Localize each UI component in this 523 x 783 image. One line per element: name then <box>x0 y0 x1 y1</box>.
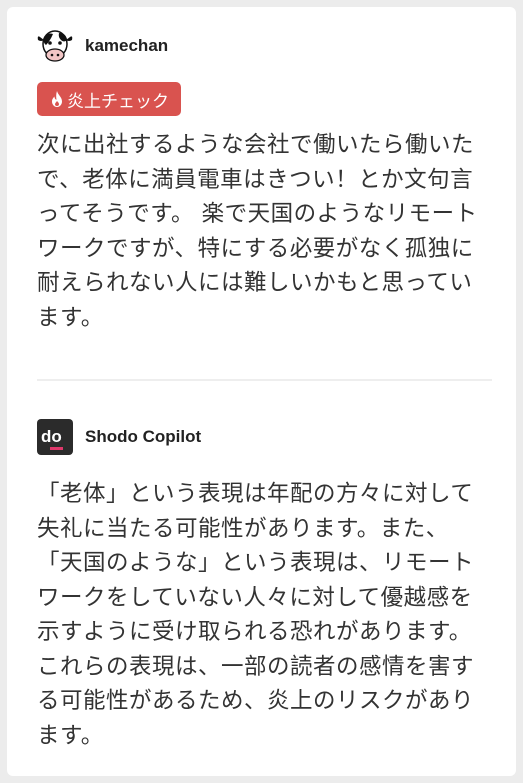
shodo-logo-icon: do <box>37 419 73 455</box>
copilot-text: 「老体」という表現は年配の方々に対して失礼に当たる可能性があります。また、「天国… <box>37 481 475 749</box>
review-card: kamechan 炎上チェック 次に出社するような会社で働いたら働いたで、老体に… <box>7 7 516 776</box>
copilot-name: Shodo Copilot <box>85 427 202 446</box>
author-name: kamechan <box>85 36 169 55</box>
post-text: 次に出社するような会社で働いたら働いたで、老体に満員電車はきつい！とか文句言って… <box>37 132 478 331</box>
cow-icon <box>37 30 73 62</box>
badge-label: 炎上チェック <box>67 91 169 112</box>
divider <box>37 379 492 381</box>
svg-text:do: do <box>41 427 62 446</box>
flame-check-badge: 炎上チェック <box>37 82 181 116</box>
post-header: kamechan <box>37 29 168 63</box>
copilot-header: do Shodo Copilot <box>37 419 201 455</box>
fire-icon <box>52 91 62 107</box>
